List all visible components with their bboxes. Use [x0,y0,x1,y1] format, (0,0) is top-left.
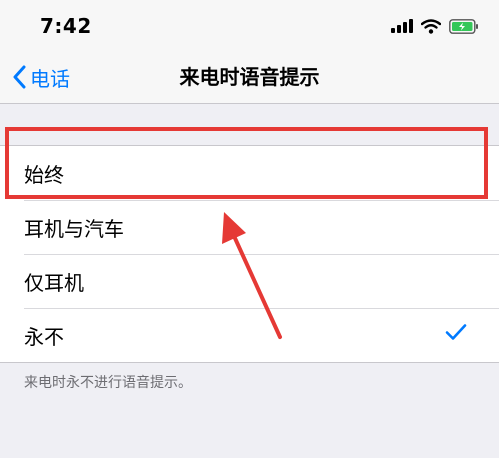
options-list: 始终 耳机与汽车 仅耳机 永不 [0,145,499,363]
option-label: 仅耳机 [24,270,84,295]
option-label: 耳机与汽车 [24,216,124,241]
option-headphones-only[interactable]: 仅耳机 [0,254,499,308]
battery-charging-icon [449,18,478,34]
status-time: 7:42 [40,14,92,38]
footer-note: 来电时永不进行语音提示。 [24,375,192,391]
wifi-icon [421,18,441,34]
option-never[interactable]: 永不 [0,308,499,362]
cellular-signal-icon [391,19,413,33]
option-always[interactable]: 始终 [0,146,499,200]
navigation-bar: 电话 来电时语音提示 [0,50,499,104]
back-label: 电话 [30,66,70,91]
checkmark-icon [445,324,467,340]
status-bar: 7:42 [0,0,499,50]
status-icons [391,16,479,36]
option-headphones-and-car[interactable]: 耳机与汽车 [0,200,499,254]
back-button[interactable]: 电话 [12,50,70,104]
page-title: 来电时语音提示 [179,65,320,89]
option-label: 始终 [24,162,64,187]
option-label: 永不 [24,324,64,349]
chevron-left-icon [13,65,26,89]
